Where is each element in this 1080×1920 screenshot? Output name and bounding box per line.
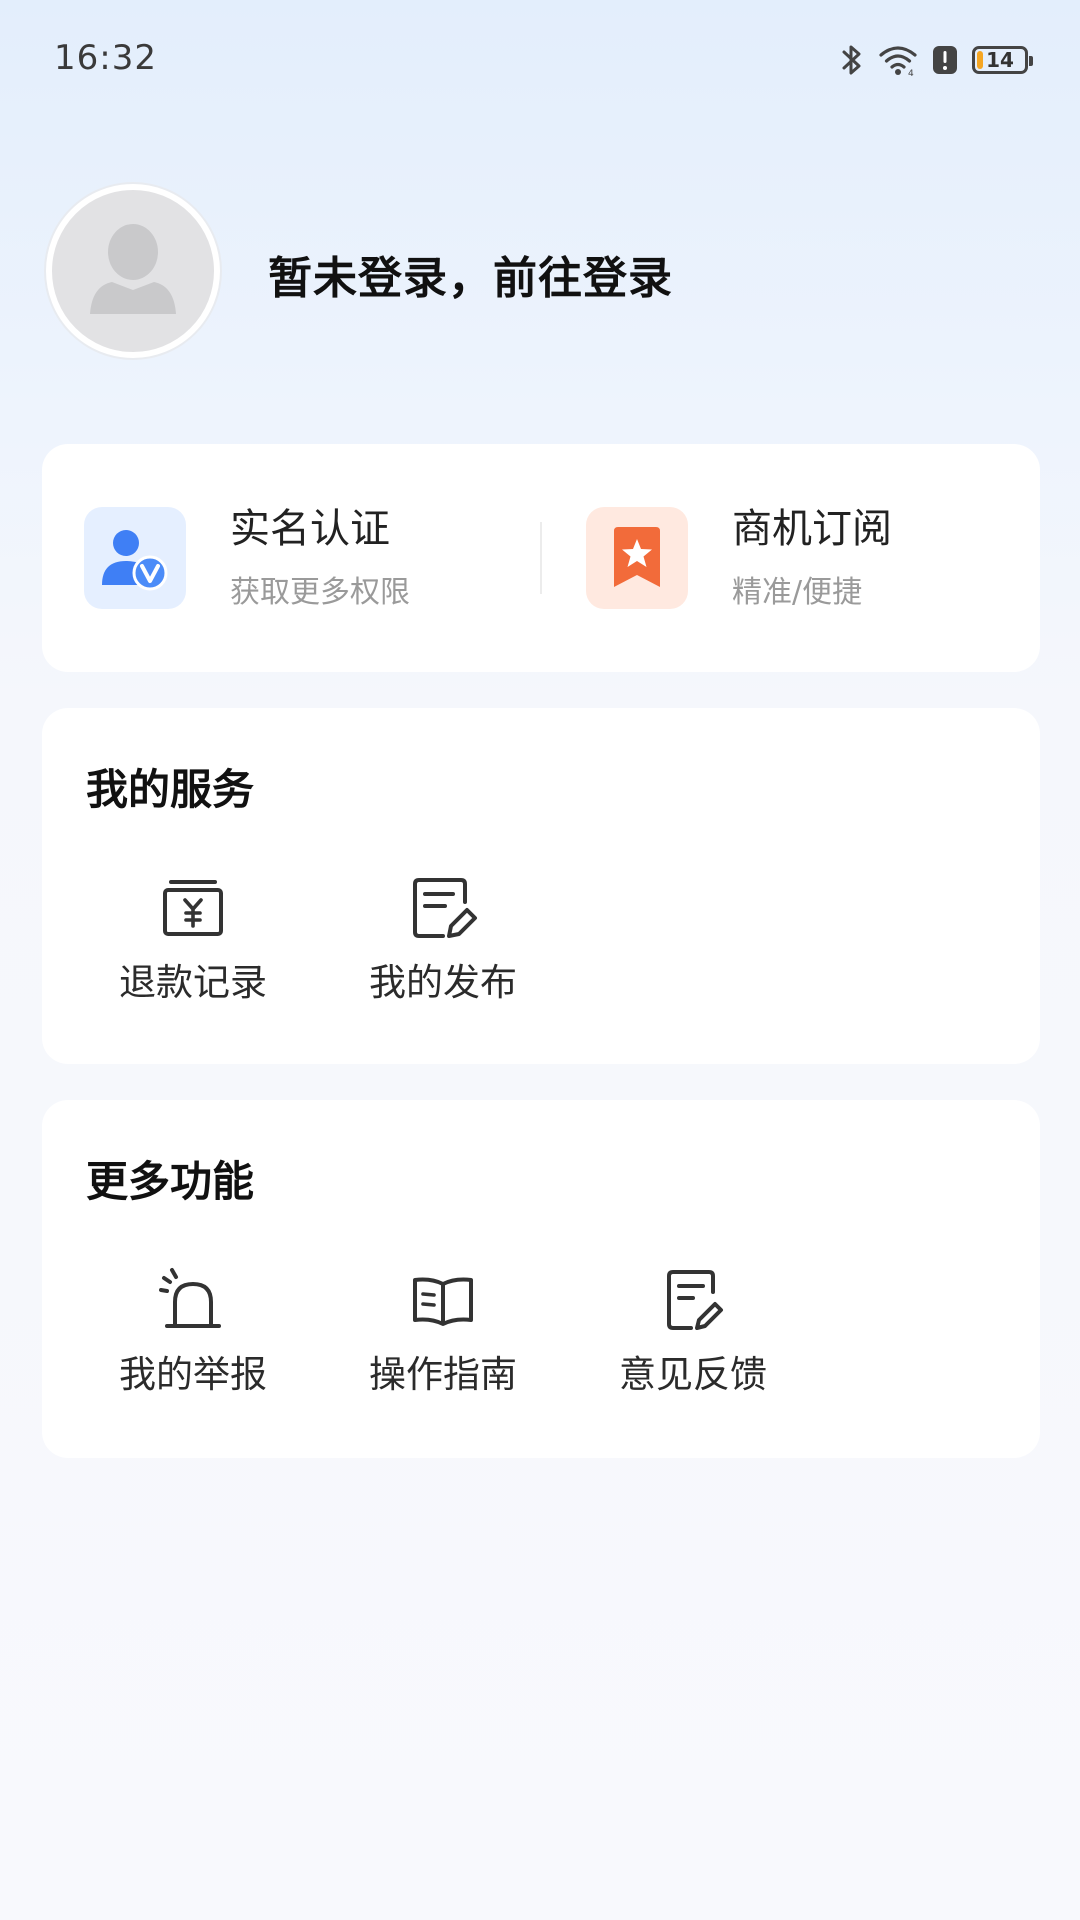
bluetooth-icon [840, 42, 864, 78]
quick-actions-card: 实名认证 获取更多权限 商机订阅 精准/便捷 [42, 444, 1040, 672]
refund-record-button[interactable]: 退款记录 [68, 872, 318, 1006]
battery-icon: 14 [972, 46, 1033, 74]
alert-icon [932, 44, 958, 76]
grid-label: 我的举报 [119, 1353, 267, 1396]
quick-action-subtitle: 获取更多权限 [230, 575, 410, 610]
feedback-button[interactable]: 意见反馈 [568, 1264, 818, 1398]
edit-document-icon [407, 872, 479, 944]
grid-label: 我的发布 [369, 961, 517, 1004]
status-icons: 4 14 [840, 40, 1033, 80]
section-title: 更多功能 [86, 1157, 255, 1206]
verified-user-icon [84, 507, 186, 609]
grid-label: 意见反馈 [619, 1353, 767, 1396]
quick-action-title: 实名认证 [230, 506, 390, 552]
quick-action-title: 商机订阅 [732, 506, 892, 552]
status-bar: 16:32 4 14 [0, 0, 1080, 120]
open-book-icon [407, 1264, 479, 1336]
battery-level: 14 [986, 48, 1014, 72]
wifi-icon: 4 [878, 43, 918, 77]
more-features-card: 更多功能 我的举报 操作指南 意见反馈 [42, 1100, 1040, 1458]
quick-action-subtitle: 精准/便捷 [732, 575, 863, 610]
battery-fill [977, 51, 983, 69]
my-services-card: 我的服务 退款记录 我的发布 [42, 708, 1040, 1064]
star-bookmark-icon [586, 507, 688, 609]
user-guide-button[interactable]: 操作指南 [318, 1264, 568, 1398]
refund-record-icon [157, 872, 229, 944]
section-title: 我的服务 [86, 765, 255, 814]
services-grid: 退款记录 我的发布 [68, 872, 568, 1006]
my-posts-button[interactable]: 我的发布 [318, 872, 568, 1006]
grid-label: 操作指南 [369, 1353, 517, 1396]
divider [540, 522, 542, 594]
real-name-verification-button[interactable]: 实名认证 获取更多权限 [84, 506, 410, 610]
business-subscription-button[interactable]: 商机订阅 精准/便捷 [586, 506, 892, 610]
feedback-icon [657, 1264, 729, 1336]
svg-text:4: 4 [908, 69, 914, 77]
login-prompt[interactable]: 暂未登录，前往登录 [268, 242, 673, 306]
more-grid: 我的举报 操作指南 意见反馈 [68, 1264, 818, 1398]
my-reports-button[interactable]: 我的举报 [68, 1264, 318, 1398]
avatar[interactable] [46, 184, 220, 358]
status-time: 16:32 [54, 38, 157, 78]
default-avatar-icon [90, 224, 176, 314]
alarm-icon [157, 1264, 229, 1336]
grid-label: 退款记录 [119, 961, 267, 1004]
